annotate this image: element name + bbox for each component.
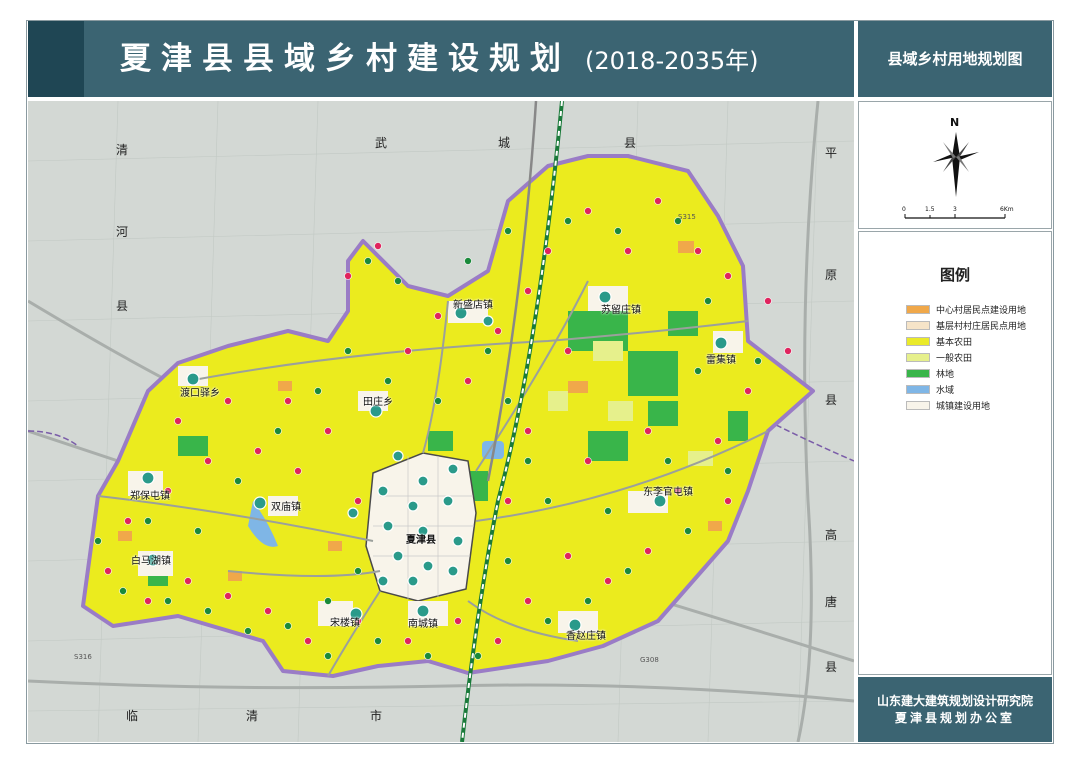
legend-swatch	[906, 304, 930, 314]
surrounding-label: 高	[825, 528, 838, 542]
surrounding-label: 县	[116, 299, 129, 313]
town-label: 东李官屯镇	[643, 487, 693, 498]
legend-swatch	[906, 400, 930, 410]
legend-item: 基本农田	[906, 334, 972, 348]
title-main: 夏津县县域乡村建设规划	[120, 41, 571, 77]
surrounding-label: 原	[825, 268, 838, 282]
surrounding-label: 平	[825, 146, 838, 160]
scale-tick: 1.5	[925, 206, 935, 213]
road-label: S316	[74, 653, 92, 661]
legend-label: 城镇建设用地	[936, 401, 991, 412]
legend-swatch	[906, 352, 930, 362]
legend-item: 基层村村庄居民点用地	[906, 318, 1026, 332]
map-subtitle: 县域乡村用地规划图	[858, 21, 1052, 97]
town-label: 渡口驿乡	[180, 388, 220, 399]
title-accent	[28, 21, 84, 97]
surrounding-label: 武	[375, 136, 388, 150]
legend-swatch	[906, 336, 930, 346]
legend-label: 林地	[936, 369, 955, 380]
surrounding-label: 城	[498, 136, 511, 150]
surrounding-label: 市	[370, 709, 383, 723]
legend-label: 基层村村庄居民点用地	[936, 321, 1027, 332]
legend-item: 中心村居民点建设用地	[906, 302, 1026, 316]
legend-item: 林地	[906, 366, 954, 380]
legend-item: 一般农田	[906, 350, 972, 364]
organization-line: 山东建大建筑规划设计研究院	[876, 694, 1033, 708]
town-label: 苏留庄镇	[601, 305, 641, 316]
legend-panel: 图例 中心村居民点建设用地 基层村村庄居民点用地 基本农田 一般农田 林地 水域…	[858, 231, 1052, 675]
road-label: S315	[678, 213, 696, 221]
surrounding-label: 河	[116, 225, 129, 239]
legend-label: 一般农田	[936, 353, 973, 364]
map-title: 夏津县县域乡村建设规划 (2018-2035年)	[120, 21, 854, 97]
surrounding-label: 唐	[825, 595, 838, 609]
surrounding-label: 县	[624, 136, 637, 150]
map-canvas	[28, 101, 854, 742]
surrounding-label: 临	[126, 709, 139, 723]
town-label: 白马湖镇	[131, 556, 171, 567]
surrounding-label: 清	[246, 709, 259, 723]
town-label: 田庄乡	[363, 397, 393, 408]
town-label: 香赵庄镇	[566, 631, 606, 642]
town-label: 双庙镇	[271, 502, 301, 513]
town-label: 雷集镇	[706, 355, 736, 366]
organization-line: 夏津县规划办公室	[894, 711, 1015, 725]
legend-item: 城镇建设用地	[906, 398, 990, 412]
legend-swatch	[906, 384, 930, 394]
road-label: G308	[640, 656, 659, 664]
surrounding-label: 县	[825, 393, 838, 407]
legend-item: 水域	[906, 382, 954, 396]
map-area[interactable]: 清 河 县 武 城 县 平 原 县 高 唐 县 临 清 市 S315 S316 …	[28, 101, 854, 742]
legend-label: 基本农田	[936, 337, 973, 348]
scale-tick: 3	[953, 206, 957, 213]
scale-tick: 6Km	[1000, 206, 1014, 213]
legend-label: 中心村居民点建设用地	[936, 305, 1027, 316]
legend-swatch	[906, 320, 930, 330]
county-seat-label: 夏津县	[406, 535, 436, 546]
legend-title: 图例	[939, 266, 970, 284]
scale-tick: 0	[902, 206, 906, 213]
town-label: 南城镇	[408, 619, 438, 630]
legend-label: 水域	[936, 385, 955, 396]
surrounding-label: 县	[825, 660, 838, 674]
town-label: 郑保屯镇	[130, 491, 170, 502]
surrounding-label: 清	[116, 143, 129, 157]
north-arrow-panel: N 0 1.5 3 6Km	[858, 101, 1052, 229]
town-label: 宋楼镇	[330, 618, 360, 629]
organization-panel: 山东建大建筑规划设计研究院 夏津县规划办公室	[858, 677, 1052, 742]
title-years: (2018-2035年)	[585, 47, 759, 75]
town-label: 新盛店镇	[453, 300, 493, 311]
legend-swatch	[906, 368, 930, 378]
